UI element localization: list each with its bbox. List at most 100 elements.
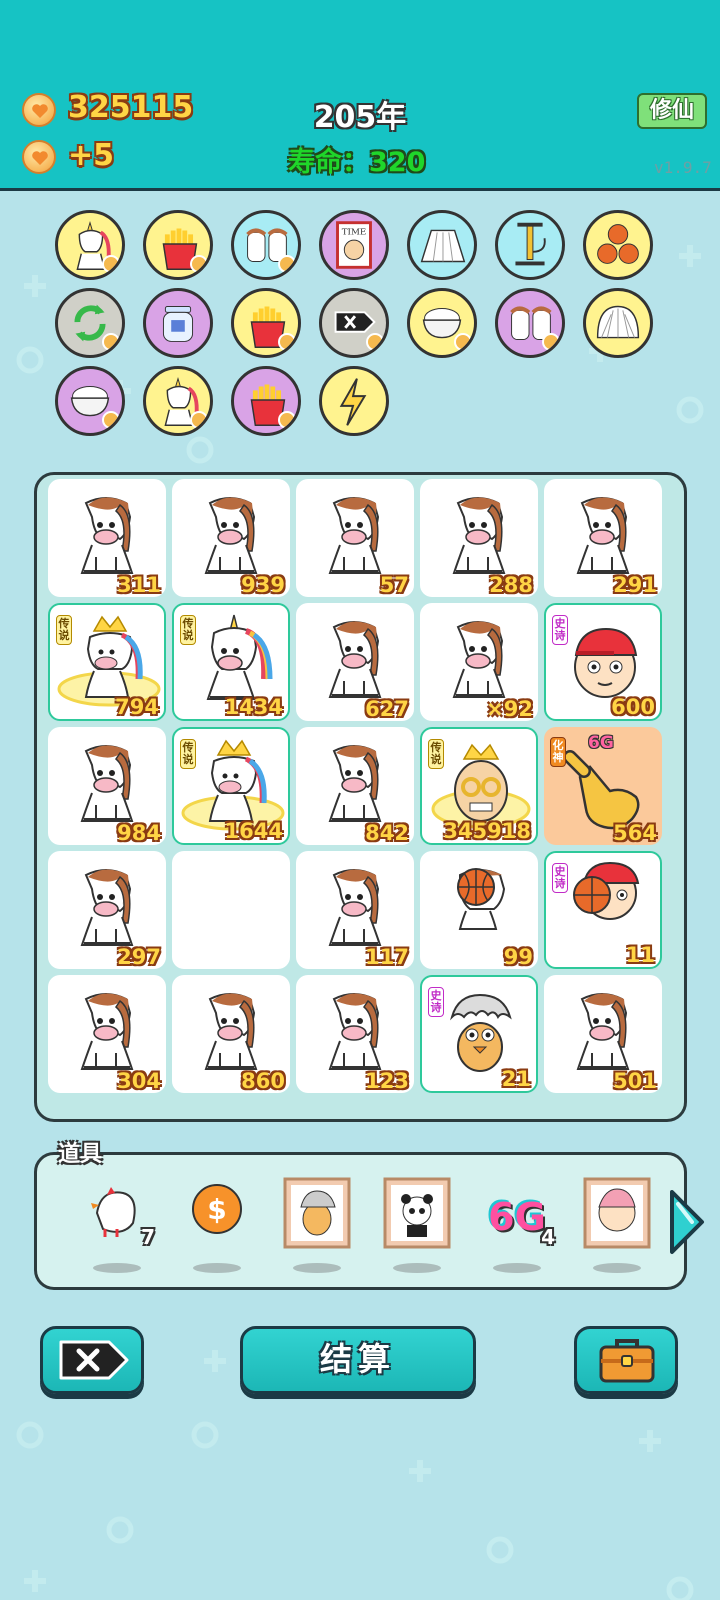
perk-slot[interactable] — [143, 366, 213, 436]
perk-slot[interactable] — [143, 288, 213, 358]
perk-slot[interactable] — [583, 288, 653, 358]
svg-text:$: $ — [207, 1193, 226, 1226]
svg-text:TIME: TIME — [342, 227, 367, 237]
board-cell[interactable]: 842 — [296, 727, 414, 845]
perk-slot[interactable] — [231, 366, 301, 436]
board-cell[interactable]: 627 — [296, 603, 414, 721]
perk-slot[interactable] — [407, 210, 477, 280]
lifespan-label: 寿命：320 — [288, 147, 426, 178]
board-cell[interactable]: 123 — [296, 975, 414, 1093]
version-label: v1.9.7 — [654, 158, 712, 177]
perk-slot[interactable] — [583, 210, 653, 280]
game-board: 311 939 57 288 291 传说 794 传说 1434 627 ×9… — [34, 472, 687, 1122]
cell-count: 1644 — [224, 819, 283, 843]
pump-icon — [515, 222, 546, 266]
item-shadow — [393, 1263, 441, 1273]
board-cell[interactable]: 501 — [544, 975, 662, 1093]
rarity-tag: 史诗 — [552, 863, 568, 893]
coin-icon — [22, 140, 56, 174]
item-shadow — [593, 1263, 641, 1273]
perk-slot[interactable] — [231, 210, 301, 280]
year-counter: 205年 — [313, 100, 407, 135]
cell-count: 21 — [501, 1067, 531, 1091]
rarity-tag: 传说 — [56, 615, 72, 645]
settle-button[interactable]: 结算 — [240, 1326, 476, 1394]
cell-count: 1434 — [224, 695, 283, 719]
perk-slot[interactable]: TIME — [319, 210, 389, 280]
cell-count: 117 — [365, 945, 409, 969]
item-count: 7 — [141, 1225, 155, 1249]
framed-panda-icon — [383, 1177, 451, 1249]
cell-count: 564 — [613, 821, 657, 845]
board-cell[interactable]: 860 — [172, 975, 290, 1093]
item-slot[interactable] — [277, 1173, 357, 1273]
board-cell[interactable]: 99 — [420, 851, 538, 969]
skirt-icon — [420, 229, 466, 263]
time-magazine-icon: TIME — [336, 221, 372, 269]
board-cell[interactable]: 288 — [420, 479, 538, 597]
perk-slot[interactable] — [55, 288, 125, 358]
perk-slot[interactable] — [319, 366, 389, 436]
perk-slot[interactable] — [55, 210, 125, 280]
briefcase-icon — [599, 1339, 655, 1383]
rarity-tag: 传说 — [180, 739, 196, 769]
rarity-tag: 史诗 — [552, 615, 568, 645]
basketballs-icon — [597, 224, 639, 264]
settle-button-label: 结算 — [319, 1340, 396, 1378]
rarity-tag: 史诗 — [428, 987, 444, 1017]
coin-income: +5 — [68, 138, 115, 173]
board-cell[interactable]: 传说 1644 — [172, 727, 290, 845]
heart-badge-icon — [454, 333, 472, 351]
shell-icon — [596, 305, 640, 339]
board-cell[interactable]: 291 — [544, 479, 662, 597]
perk-slot[interactable] — [231, 288, 301, 358]
delete-tag-icon — [59, 1340, 129, 1380]
board-cell[interactable]: 史诗 600 — [544, 603, 662, 721]
heart-badge-icon — [542, 333, 560, 351]
heart-badge-icon — [102, 333, 120, 351]
backpack-button[interactable] — [574, 1326, 678, 1394]
cultivate-button[interactable]: 修仙 — [637, 93, 707, 129]
board-cell[interactable]: 297 — [48, 851, 166, 969]
cell-count: 123 — [365, 1069, 409, 1093]
discard-button[interactable] — [40, 1326, 144, 1394]
board-cell[interactable]: 史诗 11 — [544, 851, 662, 969]
perk-slot[interactable] — [495, 288, 565, 358]
perk-slot[interactable] — [407, 288, 477, 358]
cell-count: 57 — [379, 573, 409, 597]
board-cell[interactable]: 311 — [48, 479, 166, 597]
cell-count: 11 — [625, 943, 655, 967]
item-slot[interactable] — [377, 1173, 457, 1273]
item-slot[interactable]: 7 — [77, 1173, 157, 1273]
item-slot[interactable]: $ — [177, 1173, 257, 1273]
cell-count: 288 — [489, 573, 533, 597]
item-shadow — [293, 1263, 341, 1273]
perk-slot[interactable] — [495, 210, 565, 280]
coin-icon — [22, 93, 56, 127]
board-cell[interactable]: 984 — [48, 727, 166, 845]
board-cell[interactable]: 史诗 21 — [420, 975, 538, 1093]
cell-count: 99 — [503, 945, 533, 969]
cell-count: 501 — [613, 1069, 657, 1093]
rarity-tag: 传说 — [180, 615, 196, 645]
next-arrow-icon[interactable] — [666, 1188, 706, 1256]
board-cell[interactable]: ×92 — [420, 603, 538, 721]
perk-slot[interactable] — [143, 210, 213, 280]
perk-slot[interactable] — [319, 288, 389, 358]
board-cell[interactable] — [172, 851, 290, 969]
board-cell[interactable]: 117 — [296, 851, 414, 969]
cell-count: 842 — [365, 821, 409, 845]
cell-count: 627 — [365, 697, 409, 721]
item-slot[interactable] — [577, 1173, 657, 1273]
board-cell[interactable]: 304 — [48, 975, 166, 1093]
board-cell[interactable]: 57 — [296, 479, 414, 597]
perk-slot[interactable] — [55, 366, 125, 436]
heart-badge-icon — [278, 411, 296, 429]
board-cell[interactable]: 传说 345918 — [420, 727, 538, 845]
board-cell[interactable]: 传说 1434 — [172, 603, 290, 721]
cell-count: 939 — [241, 573, 285, 597]
board-cell[interactable]: 传说 794 — [48, 603, 166, 721]
board-cell[interactable]: 939 — [172, 479, 290, 597]
board-cell[interactable]: 化神 6G 564 — [544, 727, 662, 845]
item-slot[interactable]: 6G 4 — [477, 1173, 557, 1273]
